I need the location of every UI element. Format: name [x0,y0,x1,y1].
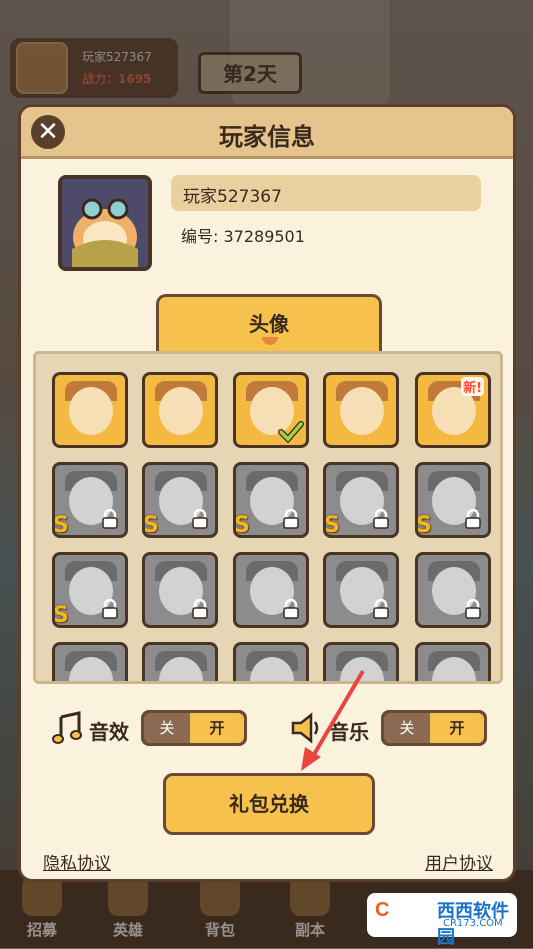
avatar-cell[interactable] [233,552,309,628]
avatar-cell[interactable] [323,372,399,448]
avatar-portrait [69,387,113,435]
s-rank-badge: S [53,513,69,538]
avatar-cell[interactable] [415,642,491,681]
s-rank-badge: S [234,513,250,538]
avatar-cell[interactable] [415,552,491,628]
player-id: 编号: 37289501 [181,227,305,246]
avatar-cell[interactable]: S [233,462,309,538]
tab-indicator [262,337,278,345]
music-off[interactable]: 关 [384,713,430,743]
avatar-cell[interactable] [142,642,218,681]
avatar-portrait [159,387,203,435]
avatar-cell[interactable]: 新! [415,372,491,448]
lock-icon [373,599,389,619]
player-name-field[interactable]: 玩家527367 [171,175,481,211]
music-note-icon [52,711,82,744]
lock-icon [465,509,481,529]
tab-avatar[interactable]: 头像 [156,294,382,356]
watermark-url: CR173.COM [443,918,503,929]
player-name: 玩家527367 [183,187,282,207]
dialog-title: 玩家信息 [219,123,315,151]
music-toggle[interactable]: 关 开 [381,710,487,746]
lock-icon [192,509,208,529]
s-rank-badge: S [143,513,159,538]
lock-icon [465,599,481,619]
s-rank-badge: S [53,603,69,628]
lock-icon [283,509,299,529]
avatar-cell[interactable] [142,552,218,628]
player-info-dialog: ✕ 玩家信息 玩家527367 编号: 37289501 头像 新! S S S S S S… [18,104,516,882]
sound-effect-label: 音效 [89,720,129,744]
s-rank-badge: S [324,513,340,538]
pointer-arrow-icon [301,669,365,771]
privacy-policy-link[interactable]: 隐私协议 [43,849,111,874]
cat-pilot-avatar-icon [62,179,148,267]
sound-effect-off[interactable]: 关 [144,713,190,743]
lock-icon [102,509,118,529]
avatar-grid[interactable]: 新! S S S S S S [33,351,503,684]
avatar-cell[interactable]: S [52,462,128,538]
gift-redeem-button[interactable]: 礼包兑换 [163,773,375,835]
user-agreement-link[interactable]: 用户协议 [425,849,493,874]
avatar-cell[interactable] [323,552,399,628]
site-watermark: C 西西软件园 CR173.COM [367,893,517,948]
avatar-cell[interactable]: S [415,462,491,538]
dialog-header: ✕ 玩家信息 [21,107,513,159]
checkmark-icon [278,421,304,443]
s-rank-badge: S [416,513,432,538]
profile-avatar[interactable] [58,175,152,271]
lock-icon [102,599,118,619]
new-badge: 新! [461,377,484,396]
avatar-cell[interactable]: S [323,462,399,538]
music-on[interactable]: 开 [430,713,484,743]
sound-effect-on[interactable]: 开 [190,713,244,743]
avatar-cell[interactable] [233,372,309,448]
avatar-cell[interactable] [142,372,218,448]
avatar-cell[interactable] [52,372,128,448]
avatar-cell[interactable]: S [52,552,128,628]
watermark-logo: C [375,899,390,921]
lock-icon [373,509,389,529]
avatar-portrait [340,387,384,435]
lock-icon [283,599,299,619]
sound-effect-toggle[interactable]: 关 开 [141,710,247,746]
avatar-cell[interactable] [52,642,128,681]
lock-icon [192,599,208,619]
avatar-cell[interactable]: S [142,462,218,538]
